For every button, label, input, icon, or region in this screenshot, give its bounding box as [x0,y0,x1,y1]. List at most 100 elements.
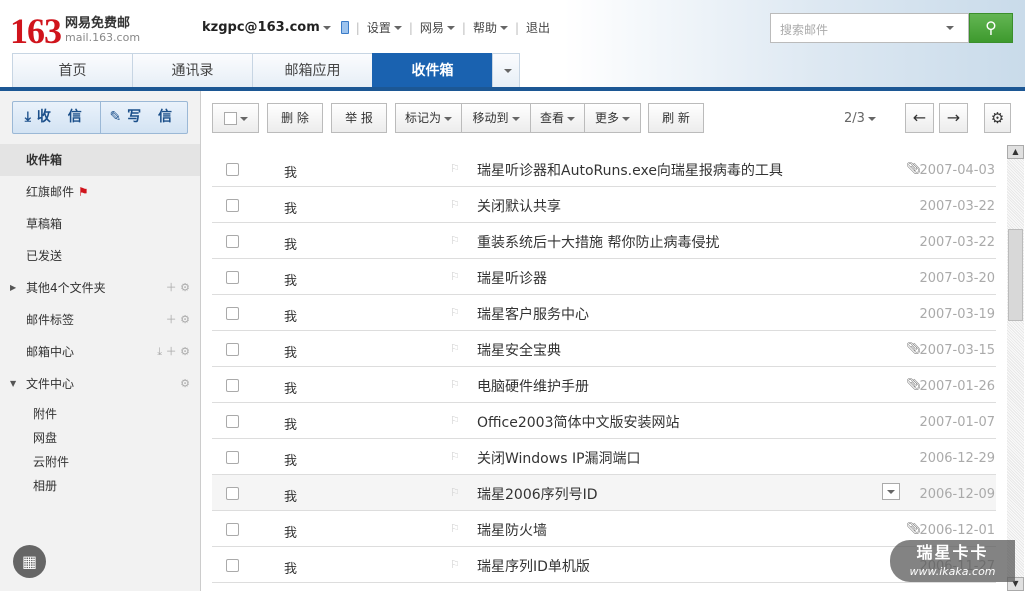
more-button[interactable]: 更多 [584,103,641,133]
flag-icon[interactable]: ⚐ [450,486,460,499]
subject[interactable]: 瑞星客户服务中心 [477,304,589,324]
collapse-icon[interactable]: ▼ [10,368,16,400]
sidebar-item-mail-center[interactable]: 邮箱中心 ⤓ ＋ ⚙ [0,336,200,368]
row-checkbox[interactable] [226,523,239,536]
search-input[interactable]: 搜索邮件 [770,13,969,43]
scroll-thumb[interactable] [1008,229,1023,321]
settings-menu[interactable]: 设置 [367,19,391,36]
subject[interactable]: 瑞星防火墙 [477,520,547,540]
subject[interactable]: 电脑硬件维护手册 [477,376,589,396]
email-row[interactable]: 我 ⚐ 瑞星序列ID单机版 2006-11-27 [212,547,996,583]
mark-as-button[interactable]: 标记为 [395,103,462,133]
sidebar-item-other-folders[interactable]: ▶ 其他4个文件夹 ＋ ⚙ [0,272,200,304]
subject[interactable]: 关闭Windows IP漏洞端口 [477,448,641,468]
expand-icon[interactable]: ▶ [10,272,16,304]
subject[interactable]: 瑞星听诊器和AutoRuns.exe向瑞星报病毒的工具 [477,160,783,180]
sidebar-item-cloud-attachments[interactable]: 云附件 [33,453,69,470]
logo[interactable]: 163 网易免费邮 mail.163.com [10,10,140,52]
row-checkbox[interactable] [226,235,239,248]
row-checkbox[interactable] [226,559,239,572]
sidebar-item-sent[interactable]: 已发送 [0,240,200,272]
sidebar-item-inbox[interactable]: 收件箱 [0,144,200,176]
add-settings-icons[interactable]: ＋ ⚙ [166,272,190,304]
gear-icon[interactable]: ⚙ [180,368,190,400]
row-checkbox[interactable] [226,379,239,392]
flag-icon[interactable]: ⚐ [450,162,460,175]
flag-icon[interactable]: ⚐ [450,234,460,247]
email-row[interactable]: 我 ⚐ 瑞星防火墙 📎︎ 2006-12-01 [212,511,996,547]
row-checkbox[interactable] [226,343,239,356]
netease-menu[interactable]: 网易 [420,19,444,36]
email-row[interactable]: 我 ⚐ 关闭默认共享 2007-03-22 [212,187,996,223]
row-menu-button[interactable] [882,483,900,500]
delete-button[interactable]: 删 除 [267,103,323,133]
add-settings-icons[interactable]: ＋ ⚙ [166,304,190,336]
flag-icon[interactable]: ⚐ [450,558,460,571]
sidebar-item-tags[interactable]: 邮件标签 ＋ ⚙ [0,304,200,336]
sidebar-item-flagged[interactable]: 红旗邮件 ⚑ [0,176,200,208]
settings-button[interactable]: ⚙ [984,103,1011,133]
row-checkbox[interactable] [226,163,239,176]
flag-icon[interactable]: ⚐ [450,198,460,211]
help-menu[interactable]: 帮助 [473,19,497,36]
subject[interactable]: 重装系统后十大措施 帮你防止病毒侵扰 [477,232,719,252]
tab-inbox[interactable]: 收件箱 [372,53,493,88]
tab-home[interactable]: 首页 [12,53,133,88]
view-button[interactable]: 查看 [530,103,585,133]
logout-link[interactable]: 退出 [526,19,550,36]
email-row[interactable]: 我 ⚐ Office2003简体中文版安装网站 2007-01-07 [212,403,996,439]
email-row[interactable]: 我 ⚐ 重装系统后十大措施 帮你防止病毒侵扰 2007-03-22 [212,223,996,259]
row-checkbox[interactable] [226,415,239,428]
flag-icon[interactable]: ⚐ [450,414,460,427]
subject[interactable]: 关闭默认共享 [477,196,561,216]
checkbox[interactable] [223,112,237,125]
sidebar-item-attachments[interactable]: 附件 [33,405,57,422]
row-checkbox[interactable] [226,199,239,212]
email-row[interactable]: 我 ⚐ 瑞星2006序列号ID 2006-12-09 [212,475,996,511]
user-menu[interactable]: kzgpc@163.com [202,20,320,35]
prev-page-button[interactable]: ← [905,103,934,133]
row-checkbox[interactable] [226,307,239,320]
refresh-button[interactable]: 刷 新 [648,103,704,133]
download-add-settings-icons[interactable]: ⤓ ＋ ⚙ [157,336,190,368]
sidebar-item-drafts[interactable]: 草稿箱 [0,208,200,240]
receive-button[interactable]: ⤓收 信 [13,102,101,133]
email-row[interactable]: 我 ⚐ 电脑硬件维护手册 📎︎ 2007-01-26 [212,367,996,403]
email-row[interactable]: 我 ⚐ 关闭Windows IP漏洞端口 2006-12-29 [212,439,996,475]
write-button[interactable]: ✎写 信 [101,102,188,133]
flag-icon[interactable]: ⚐ [450,342,460,355]
row-checkbox[interactable] [226,487,239,500]
next-page-button[interactable]: → [939,103,968,133]
chevron-down-icon[interactable] [946,26,954,30]
tab-contacts[interactable]: 通讯录 [132,53,253,88]
phone-icon[interactable] [340,21,349,34]
sidebar-item-albums[interactable]: 相册 [33,477,57,494]
sidebar-item-netdisk[interactable]: 网盘 [33,429,57,446]
tab-more-button[interactable] [492,53,520,88]
email-row[interactable]: 我 ⚐ 瑞星听诊器和AutoRuns.exe向瑞星报病毒的工具 📎︎ 2007-… [212,151,996,187]
flag-icon[interactable]: ⚐ [450,378,460,391]
scroll-up-icon[interactable]: ▲ [1007,145,1024,159]
subject[interactable]: 瑞星序列ID单机版 [477,556,590,576]
flag-icon[interactable]: ⚐ [450,450,460,463]
apps-grid-button[interactable]: ▦ [13,545,46,578]
email-row[interactable]: 我 ⚐ 瑞星安全宝典 📎︎ 2007-03-15 [212,331,996,367]
email-row[interactable]: 我 ⚐ 瑞星客户服务中心 2007-03-19 [212,295,996,331]
move-to-button[interactable]: 移动到 [461,103,531,133]
search-button[interactable]: ⚲ [969,13,1013,43]
scrollbar[interactable]: ▲ ▼ [1007,145,1024,591]
page-selector[interactable]: 2/3 [844,111,876,126]
row-checkbox[interactable] [226,451,239,464]
subject[interactable]: 瑞星听诊器 [477,268,547,288]
report-button[interactable]: 举 报 [331,103,387,133]
flag-icon[interactable]: ⚐ [450,306,460,319]
flag-icon[interactable]: ⚐ [450,522,460,535]
subject[interactable]: 瑞星安全宝典 [477,340,561,360]
flag-icon[interactable]: ⚐ [450,270,460,283]
email-row[interactable]: 我 ⚐ 瑞星听诊器 2007-03-20 [212,259,996,295]
subject[interactable]: 瑞星2006序列号ID [477,484,598,504]
select-all-dropdown[interactable] [212,103,259,133]
row-checkbox[interactable] [226,271,239,284]
sidebar-item-file-center[interactable]: ▼ 文件中心 ⚙ [0,368,200,400]
subject[interactable]: Office2003简体中文版安装网站 [477,412,680,432]
